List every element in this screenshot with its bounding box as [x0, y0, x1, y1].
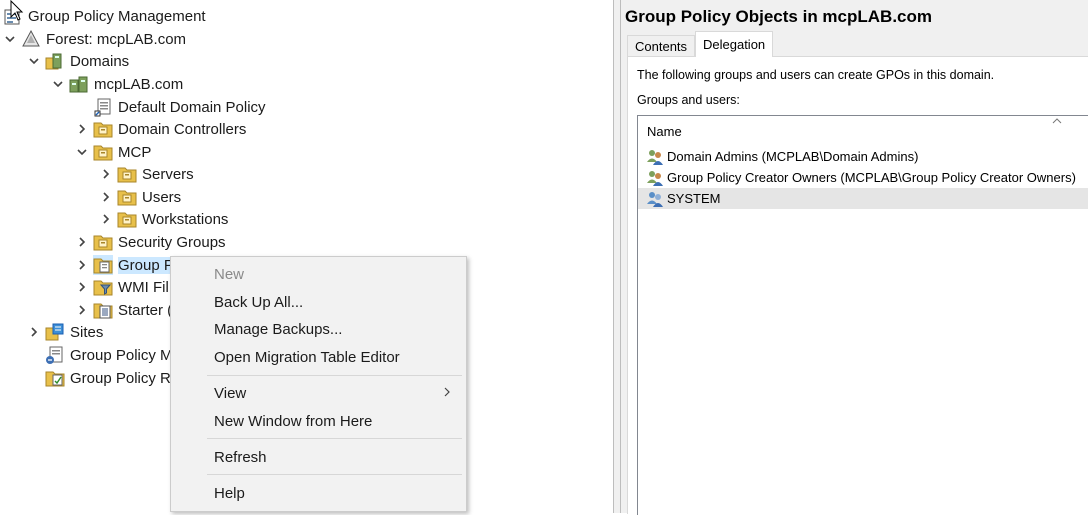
- chevron-right-icon[interactable]: [99, 208, 113, 230]
- tree-node-servers[interactable]: Servers: [99, 163, 194, 185]
- tree-node-gp-results-label: Group Policy Re: [70, 369, 180, 387]
- gpo-link-icon: [93, 97, 113, 117]
- tree-node-domain-controllers-label: Domain Controllers: [118, 120, 247, 138]
- column-header-name[interactable]: Name: [638, 116, 1088, 144]
- starter-gpo-folder-icon: [93, 300, 113, 320]
- ou-folder-icon: [93, 119, 113, 139]
- tree-node-wmi-filters-label: WMI Fil: [118, 278, 169, 296]
- chevron-down-icon[interactable]: [75, 141, 89, 163]
- tree-node-wmi-filters[interactable]: WMI Fil: [75, 276, 169, 298]
- menu-separator: [207, 375, 462, 376]
- ou-folder-icon: [117, 187, 137, 207]
- user-group-icon: [647, 170, 663, 186]
- menu-separator: [207, 438, 462, 439]
- tab-contents[interactable]: Contents: [627, 35, 696, 57]
- chevron-right-icon[interactable]: [75, 118, 89, 140]
- tree-node-mcp-label: MCP: [118, 143, 152, 161]
- list-item[interactable]: SYSTEM: [638, 188, 1088, 209]
- column-header-name-label: Name: [647, 124, 682, 139]
- tree-node-users-label: Users: [142, 188, 182, 206]
- tree-node-forest[interactable]: Forest: mcpLAB.com: [3, 28, 186, 50]
- details-title: Group Policy Objects in mcpLAB.com: [625, 7, 932, 26]
- ou-folder-icon: [117, 164, 137, 184]
- submenu-arrow-icon: [444, 387, 450, 397]
- tree-node-sites-label: Sites: [70, 323, 104, 341]
- chevron-right-icon[interactable]: [99, 186, 113, 208]
- tree-root-label: Group Policy Management: [28, 7, 206, 25]
- list-item[interactable]: Domain Admins (MCPLAB\Domain Admins): [638, 146, 1088, 167]
- chevron-down-icon[interactable]: [3, 28, 17, 50]
- groups-users-list[interactable]: Name Domain Admins (MCPLAB\Domain Admins…: [637, 115, 1088, 515]
- menu-item-back-up-all[interactable]: Back Up All...: [214, 294, 303, 311]
- menu-item-refresh[interactable]: Refresh: [214, 449, 267, 466]
- mouse-cursor-icon: [10, 0, 24, 21]
- tab-delegation-label: Delegation: [703, 37, 766, 52]
- ou-folder-icon: [93, 232, 113, 252]
- tree-node-starter-gpos-label: Starter (: [118, 301, 173, 319]
- sort-ascending-icon: [1052, 118, 1062, 124]
- ou-folder-icon: [93, 142, 113, 162]
- chevron-right-icon[interactable]: [75, 276, 89, 298]
- delegation-description: The following groups and users can creat…: [637, 68, 995, 82]
- domain-icon: [69, 74, 89, 94]
- tree-node-security-groups[interactable]: Security Groups: [75, 231, 226, 253]
- gp-results-icon: [45, 368, 65, 388]
- tree-node-domains[interactable]: Domains: [27, 50, 129, 72]
- chevron-right-icon[interactable]: [27, 321, 41, 343]
- pane-splitter[interactable]: [613, 0, 621, 513]
- menu-item-new[interactable]: New: [214, 266, 244, 283]
- groups-users-label: Groups and users:: [637, 93, 740, 107]
- tree-node-sites[interactable]: Sites: [27, 321, 103, 343]
- menu-item-view[interactable]: View: [214, 385, 246, 402]
- list-item-label: Group Policy Creator Owners (MCPLAB\Grou…: [667, 170, 1076, 185]
- chevron-right-icon[interactable]: [75, 231, 89, 253]
- tree-root[interactable]: Group Policy Management: [0, 5, 206, 27]
- tree-node-mcp[interactable]: MCP: [75, 141, 151, 163]
- list-item[interactable]: Group Policy Creator Owners (MCPLAB\Grou…: [638, 167, 1088, 188]
- tree-node-gp-modeling-label: Group Policy M: [70, 346, 173, 364]
- menu-item-help[interactable]: Help: [214, 485, 245, 502]
- tree-node-default-domain-policy-label: Default Domain Policy: [118, 98, 266, 116]
- wmi-filter-folder-icon: [93, 277, 113, 297]
- chevron-right-icon[interactable]: [75, 254, 89, 276]
- list-item-label: SYSTEM: [667, 191, 721, 206]
- user-group-icon: [647, 149, 663, 165]
- forest-icon: [21, 29, 41, 49]
- sites-icon: [45, 322, 65, 342]
- list-item-label: Domain Admins (MCPLAB\Domain Admins): [667, 149, 919, 164]
- gp-modeling-icon: [45, 345, 65, 365]
- tree-node-gp-results[interactable]: Group Policy Re: [45, 367, 179, 389]
- chevron-down-icon[interactable]: [27, 50, 41, 72]
- details-pane: Group Policy Objects in mcpLAB.com Conte…: [621, 0, 1088, 515]
- chevron-down-icon[interactable]: [51, 73, 65, 95]
- tree-node-domain-label: mcpLAB.com: [94, 75, 184, 93]
- tree-node-default-domain-policy[interactable]: Default Domain Policy: [93, 96, 266, 118]
- tree-node-workstations-label: Workstations: [142, 210, 229, 228]
- tree-node-domains-label: Domains: [70, 52, 130, 70]
- tree-node-servers-label: Servers: [142, 165, 194, 183]
- menu-item-open-migration-table-editor[interactable]: Open Migration Table Editor: [214, 349, 400, 366]
- menu-item-new-window-from-here[interactable]: New Window from Here: [214, 413, 372, 430]
- tree-node-workstations[interactable]: Workstations: [99, 208, 228, 230]
- domains-icon: [45, 51, 65, 71]
- menu-item-manage-backups[interactable]: Manage Backups...: [214, 321, 342, 338]
- tree-node-domain[interactable]: mcpLAB.com: [51, 73, 183, 95]
- chevron-right-icon[interactable]: [75, 299, 89, 321]
- context-menu: New Back Up All... Manage Backups... Ope…: [170, 256, 467, 512]
- menu-separator: [207, 474, 462, 475]
- user-group-icon: [647, 191, 663, 207]
- tab-contents-label: Contents: [635, 39, 688, 54]
- tree-node-users[interactable]: Users: [99, 186, 181, 208]
- ou-folder-icon: [117, 209, 137, 229]
- tree-node-forest-label: Forest: mcpLAB.com: [46, 30, 187, 48]
- tree-node-starter-gpos[interactable]: Starter (: [75, 299, 172, 321]
- gpo-folder-icon: [93, 255, 113, 275]
- tree-node-security-groups-label: Security Groups: [118, 233, 226, 251]
- tree-node-gp-modeling[interactable]: Group Policy M: [45, 344, 173, 366]
- tree-node-domain-controllers[interactable]: Domain Controllers: [75, 118, 246, 140]
- tab-delegation[interactable]: Delegation: [695, 31, 774, 57]
- chevron-right-icon[interactable]: [99, 163, 113, 185]
- delegation-panel: The following groups and users can creat…: [627, 56, 1088, 515]
